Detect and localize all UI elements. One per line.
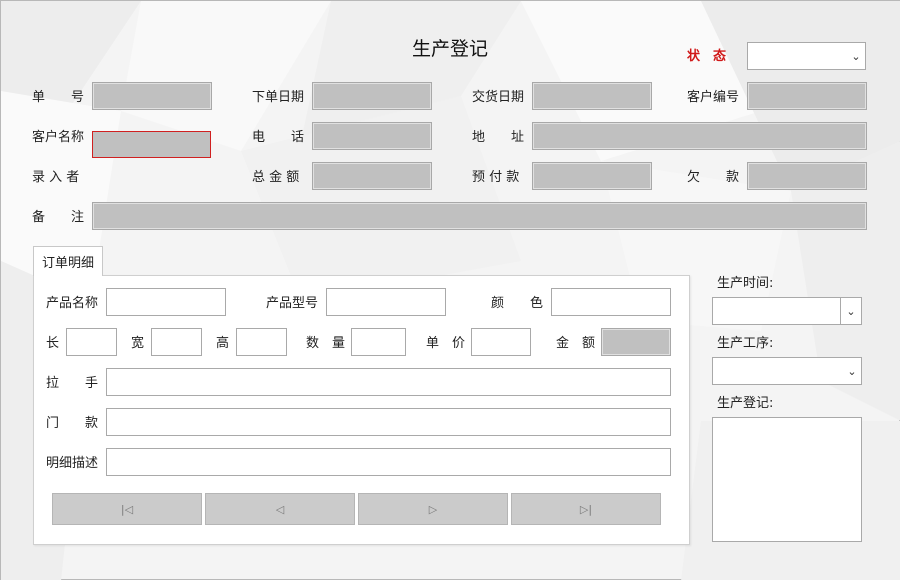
delivery-date-field[interactable]	[532, 82, 652, 110]
last-record-button[interactable]: ▷|	[511, 493, 661, 525]
production-record-label: 生产登记:	[717, 396, 774, 411]
product-name-input[interactable]	[106, 288, 226, 316]
description-input[interactable]	[106, 448, 671, 476]
order-no-label: 单 号	[32, 90, 85, 105]
production-time-label: 生产时间:	[717, 276, 774, 291]
amount-field[interactable]	[601, 328, 671, 356]
order-date-field[interactable]	[312, 82, 432, 110]
handle-label: 拉 手	[46, 376, 99, 391]
order-date-label: 下单日期	[252, 90, 305, 105]
production-process-label: 生产工序:	[717, 336, 774, 351]
length-label: 长	[46, 336, 60, 351]
owed-field[interactable]	[747, 162, 867, 190]
remark-label: 备 注	[32, 210, 85, 225]
handle-input[interactable]	[106, 368, 671, 396]
customer-no-label: 客户编号	[687, 90, 740, 105]
chevron-down-icon: ⌄	[851, 49, 861, 63]
page-title: 生产登记	[412, 38, 489, 60]
address-field[interactable]	[532, 122, 867, 150]
address-label: 地 址	[472, 130, 525, 145]
status-label: 状 态	[687, 49, 727, 64]
status-select[interactable]: ⌄	[747, 42, 866, 70]
customer-no-field[interactable]	[747, 82, 867, 110]
quantity-label: 数 量	[306, 336, 346, 351]
product-name-label: 产品名称	[46, 296, 99, 311]
unit-price-label: 单 价	[426, 336, 466, 351]
production-record-textarea[interactable]	[712, 417, 862, 542]
prev-record-button[interactable]: ◁	[205, 493, 355, 525]
production-process-select[interactable]: ⌄	[712, 357, 862, 385]
width-label: 宽	[131, 336, 145, 351]
remark-field[interactable]	[92, 202, 867, 230]
phone-label: 电 话	[252, 130, 305, 145]
width-input[interactable]	[151, 328, 202, 356]
production-time-picker[interactable]: ⌄	[840, 297, 862, 325]
description-label: 明细描述	[46, 456, 99, 471]
amount-label: 金 额	[556, 336, 596, 351]
total-amount-field[interactable]	[312, 162, 432, 190]
customer-name-field[interactable]	[92, 131, 211, 158]
height-label: 高	[216, 336, 230, 351]
first-record-button[interactable]: |◁	[52, 493, 202, 525]
chevron-down-icon: ⌄	[847, 364, 857, 378]
height-input[interactable]	[236, 328, 287, 356]
phone-field[interactable]	[312, 122, 432, 150]
tab-order-detail[interactable]: 订单明细	[33, 246, 103, 276]
customer-name-label: 客户名称	[32, 130, 85, 145]
prepaid-label: 预 付 款	[472, 170, 520, 185]
total-amount-label: 总 金 额	[252, 170, 300, 185]
production-time-input[interactable]	[712, 297, 841, 325]
quantity-input[interactable]	[351, 328, 406, 356]
product-model-label: 产品型号	[266, 296, 319, 311]
unit-price-input[interactable]	[471, 328, 531, 356]
owed-label: 欠 款	[687, 170, 740, 185]
prepaid-field[interactable]	[532, 162, 652, 190]
delivery-date-label: 交货日期	[472, 90, 525, 105]
entered-by-label: 录 入 者	[32, 170, 80, 185]
product-model-input[interactable]	[326, 288, 446, 316]
next-record-button[interactable]: ▷	[358, 493, 508, 525]
order-no-field[interactable]	[92, 82, 212, 110]
length-input[interactable]	[66, 328, 117, 356]
color-label: 颜 色	[491, 296, 544, 311]
door-style-label: 门 款	[46, 416, 99, 431]
chevron-down-icon: ⌄	[846, 304, 856, 318]
color-input[interactable]	[551, 288, 671, 316]
door-style-input[interactable]	[106, 408, 671, 436]
